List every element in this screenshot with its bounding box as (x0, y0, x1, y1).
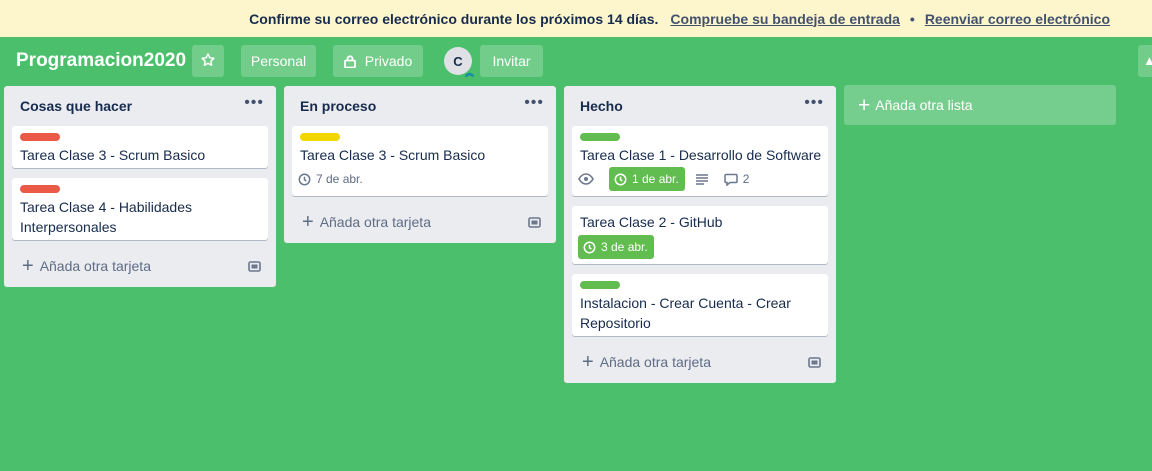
due-date-text: 7 de abr. (316, 172, 363, 186)
card-template-icon[interactable] (808, 355, 822, 369)
card-title: Tarea Clase 1 - Desarrollo de Software (580, 147, 822, 163)
card-label[interactable] (580, 281, 620, 289)
banner-message: Confirme su correo electrónico durante l… (249, 10, 659, 27)
watching-badge (578, 173, 599, 185)
clock-icon (583, 241, 596, 254)
card-label[interactable] (300, 133, 340, 141)
list-header: Cosas que hacer ••• (4, 86, 276, 124)
card[interactable]: Tarea Clase 4 - Habilidades Interpersona… (12, 178, 268, 240)
card-label[interactable] (20, 133, 60, 141)
show-menu-button[interactable]: ▲ (1138, 45, 1152, 77)
card-template-icon[interactable] (528, 215, 542, 229)
comment-icon (723, 173, 738, 186)
card-label[interactable] (580, 133, 620, 141)
board-title[interactable]: Programacion2020 (16, 50, 186, 72)
member-avatar[interactable]: C ︽ (444, 47, 474, 78)
clock-icon (298, 173, 311, 186)
add-card-label: Añada otra tarjeta (319, 214, 431, 230)
add-card-label: Añada otra tarjeta (599, 354, 711, 370)
plus-icon: + (858, 93, 871, 117)
list-title[interactable]: En proceso (300, 98, 376, 114)
add-list-label: Añada otra lista (875, 97, 973, 113)
list-title[interactable]: Cosas que hacer (20, 98, 132, 114)
add-card-label: Añada otra tarjeta (39, 258, 151, 274)
lock-icon (343, 54, 356, 68)
due-date-badge[interactable]: 3 de abr. (578, 235, 654, 259)
card-badges: 1 de abr. 2 (578, 167, 759, 191)
card[interactable]: Tarea Clase 2 - GitHub 3 de abr. (572, 206, 828, 264)
check-inbox-link[interactable]: Compruebe su bandeja de entrada (670, 11, 900, 27)
list-title[interactable]: Hecho (580, 98, 623, 114)
description-icon (695, 173, 709, 185)
due-date-text: 3 de abr. (601, 240, 648, 254)
card-title: Tarea Clase 2 - GitHub (580, 214, 723, 230)
card-title: Instalacion - Crear Cuenta - Crear Repos… (580, 295, 791, 331)
resend-email-link[interactable]: Reenviar correo electrónico (925, 11, 1110, 27)
due-date-badge[interactable]: 7 de abr. (298, 172, 363, 186)
list-header: En proceso ••• (284, 86, 556, 124)
clock-icon (614, 173, 627, 186)
email-confirmation-banner: Confirme su correo electrónico durante l… (0, 0, 1152, 37)
add-card-button[interactable]: + Añada otra tarjeta (572, 348, 828, 376)
description-badge (695, 173, 714, 185)
card-badges: 3 de abr. (578, 235, 664, 259)
card-label[interactable] (20, 185, 60, 193)
eye-icon (578, 173, 594, 185)
due-date-badge[interactable]: 1 de abr. (609, 167, 685, 191)
visibility-label: Privado (364, 53, 413, 69)
list-menu-icon[interactable]: ••• (524, 94, 544, 112)
admin-chevron-icon: ︽ (464, 68, 474, 78)
list-cosas-que-hacer: Cosas que hacer ••• Tarea Clase 3 - Scru… (4, 86, 276, 287)
due-date-text: 1 de abr. (632, 172, 679, 186)
plus-icon: + (582, 351, 594, 373)
card[interactable]: Tarea Clase 3 - Scrum Basico (12, 126, 268, 168)
card[interactable]: Instalacion - Crear Cuenta - Crear Repos… (572, 274, 828, 336)
card-badges: 7 de abr. (298, 167, 373, 191)
comments-badge: 2 (723, 172, 750, 186)
add-card-button[interactable]: + Añada otra tarjeta (12, 252, 268, 280)
plus-icon: + (302, 211, 314, 233)
invite-button[interactable]: Invitar (480, 45, 543, 77)
list-hecho: Hecho ••• Tarea Clase 1 - Desarrollo de … (564, 86, 836, 383)
plus-icon: + (22, 255, 34, 277)
banner-separator: • (909, 10, 915, 27)
menu-icon: ▲ (1143, 53, 1152, 68)
star-icon (200, 52, 216, 71)
card[interactable]: Tarea Clase 3 - Scrum Basico 7 de abr. (292, 126, 548, 196)
list-menu-icon[interactable]: ••• (804, 94, 824, 112)
board-header: Programacion2020 Personal Privado C ︽ In… (0, 37, 1152, 85)
list-header: Hecho ••• (564, 86, 836, 124)
card-template-icon[interactable] (248, 259, 262, 273)
add-card-button[interactable]: + Añada otra tarjeta (292, 208, 548, 236)
list-en-proceso: En proceso ••• Tarea Clase 3 - Scrum Bas… (284, 86, 556, 243)
star-board-button[interactable] (192, 45, 224, 77)
member-initial: C (453, 53, 463, 69)
card-title: Tarea Clase 3 - Scrum Basico (300, 147, 486, 163)
comments-count: 2 (742, 172, 750, 186)
add-list-button[interactable]: + Añada otra lista (844, 85, 1116, 125)
card-title: Tarea Clase 4 - Habilidades Interpersona… (20, 199, 192, 235)
list-menu-icon[interactable]: ••• (244, 94, 264, 112)
card[interactable]: Tarea Clase 1 - Desarrollo de Software 1… (572, 126, 828, 196)
visibility-button[interactable]: Privado (333, 45, 423, 77)
card-title: Tarea Clase 3 - Scrum Basico (20, 147, 206, 163)
team-button[interactable]: Personal (241, 45, 316, 77)
